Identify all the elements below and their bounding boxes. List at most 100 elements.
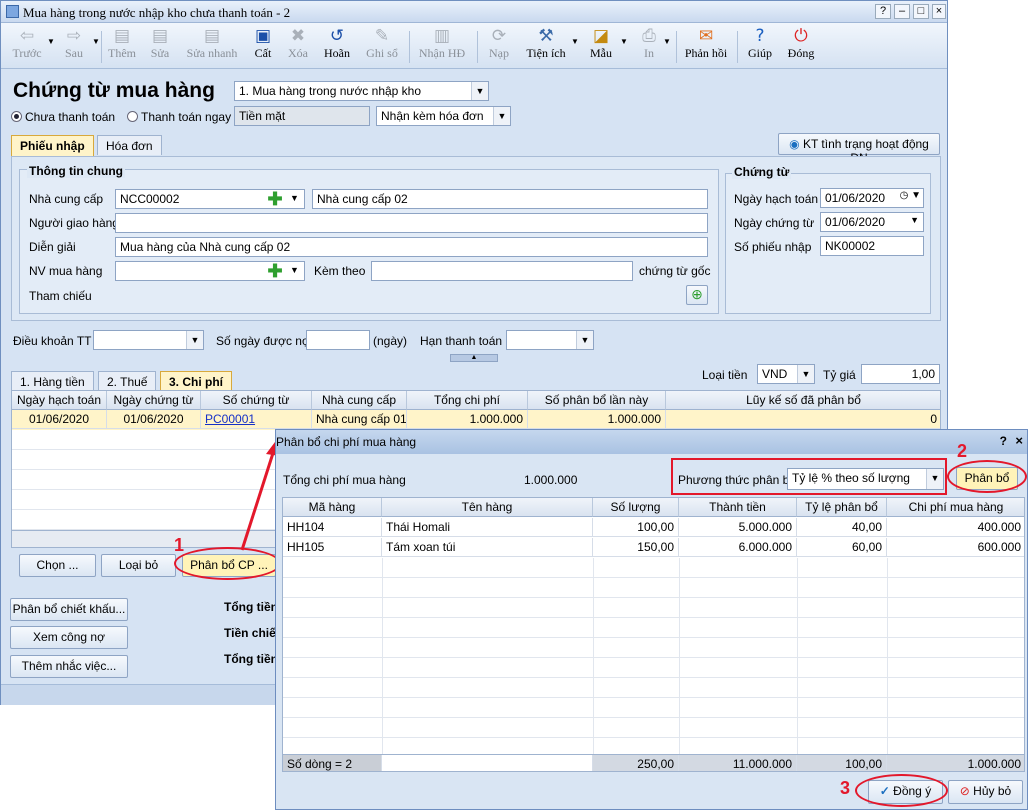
column-header[interactable]: Mã hàng (283, 498, 382, 517)
column-header[interactable]: Số lượng (593, 498, 679, 517)
voucher-link[interactable]: PC00001 (201, 410, 312, 429)
grid-cell[interactable]: 6.000.000 (679, 538, 797, 557)
total-label: Tổng tiền (224, 600, 278, 614)
close-window-button[interactable]: × (932, 4, 946, 19)
description-label: Diễn giải (29, 240, 76, 254)
toolbar-close[interactable]: ⏻ Đóng (784, 26, 818, 66)
toolbar-next[interactable]: ⇨ Sau (59, 26, 89, 66)
grid-cell[interactable]: 1.000.000 (528, 410, 666, 429)
grid-cell[interactable]: 5.000.000 (679, 518, 797, 537)
toolbar-edit[interactable]: ▤ Sửa (145, 26, 175, 66)
radio-paid[interactable]: Thanh toán ngay (127, 110, 231, 124)
grid-cell[interactable]: 01/06/2020 (107, 410, 201, 429)
column-header[interactable]: Số phân bổ lần này (528, 391, 666, 410)
toolbar-add[interactable]: ▤ Thêm (106, 26, 138, 66)
toolbar-post[interactable]: ✎ Ghi sổ (363, 26, 401, 66)
add-buyer-icon[interactable]: ✚ (267, 262, 283, 280)
grid-cell[interactable]: HH104 (283, 518, 382, 537)
minimize-button[interactable]: – (894, 4, 910, 19)
dialog-help-icon[interactable]: ? (1000, 434, 1007, 448)
due-date-label: Hạn thanh toán (420, 334, 503, 348)
voucher-type-select[interactable]: 1. Mua hàng trong nước nhập kho ▼ (234, 81, 489, 101)
description-field[interactable]: Mua hàng của Nhà cung cấp 02 (115, 237, 708, 257)
currency-select[interactable]: VND ▼ (757, 364, 815, 384)
grid-cell[interactable]: 40,00 (797, 518, 887, 537)
due-date-select[interactable]: ▼ (506, 330, 594, 350)
highlight-allocate (947, 460, 1027, 493)
invoice-mode-select[interactable]: Nhận kèm hóa đơn ▼ (376, 106, 511, 126)
toolbar-prev[interactable]: ⇦ Trước (9, 26, 45, 66)
tab-invoice[interactable]: Hóa đơn (97, 135, 162, 155)
add-reminder-button[interactable]: Thêm nhắc việc... (10, 655, 128, 678)
toolbar-utilities[interactable]: ⚒ Tiện ích (523, 26, 569, 66)
step-3-label: 3 (840, 778, 851, 798)
attach-field[interactable] (371, 261, 633, 281)
grid-cell[interactable]: 600.000 (887, 538, 1024, 557)
add-reference-icon[interactable]: ⊕ (686, 285, 708, 305)
grid-cell[interactable]: Nhà cung cấp 01 (312, 410, 407, 429)
collapse-handle[interactable]: ▲ (450, 354, 498, 362)
toolbar-template[interactable]: ◪ Mẫu (585, 26, 617, 66)
allocate-discount-button[interactable]: Phân bổ chiết khấu... (10, 598, 128, 621)
post-date-field[interactable]: 01/06/2020 ◷ ▼ (820, 188, 924, 208)
supplier-name-field[interactable]: Nhà cung cấp 02 (312, 189, 708, 209)
dialog-close-icon[interactable]: × (1015, 433, 1023, 448)
column-header[interactable]: Ngày chứng từ (107, 391, 201, 410)
chevron-down-icon[interactable]: ▼ (290, 265, 299, 275)
column-header[interactable]: Tỷ lệ phân bổ (797, 498, 887, 517)
tab-tax[interactable]: 2. Thuế (98, 371, 157, 391)
toolbar-help[interactable]: ? Giúp (745, 26, 775, 66)
voucher-number-field[interactable]: NK00002 (820, 236, 924, 256)
grid-cell[interactable]: HH105 (283, 538, 382, 557)
kt-status-button[interactable]: ◉ KT tình trạng hoạt động DN (778, 133, 940, 165)
grid-cell[interactable]: 0 (666, 410, 940, 429)
tab-receipt[interactable]: Phiếu nhập (11, 135, 94, 157)
grid-cell[interactable]: 60,00 (797, 538, 887, 557)
column-header[interactable]: Số chứng từ (201, 391, 312, 410)
grid-cell[interactable]: 400.000 (887, 518, 1024, 537)
deliverer-field[interactable] (115, 213, 708, 233)
terms-select[interactable]: ▼ (93, 330, 204, 350)
toolbar-quick-edit[interactable]: ▤ Sửa nhanh (184, 26, 240, 66)
column-header[interactable]: Nhà cung cấp (312, 391, 407, 410)
maximize-button[interactable]: □ (913, 4, 929, 19)
column-header[interactable]: Tổng chi phí (407, 391, 528, 410)
toolbar-delete[interactable]: ✖ Xóa (284, 26, 312, 66)
grid-cell[interactable]: 150,00 (593, 538, 679, 557)
cancel-button[interactable]: ⊘ Hủy bỏ (948, 780, 1023, 804)
doc-date-field[interactable]: 01/06/2020 ▼ (820, 212, 924, 232)
add-supplier-icon[interactable]: ✚ (267, 190, 283, 208)
radio-unpaid[interactable]: Chưa thanh toán (11, 110, 115, 124)
toolbar-reload[interactable]: ⟳ Nạp (484, 26, 514, 66)
dialog-total-value: 1.000.000 (524, 473, 578, 487)
column-header[interactable]: Lũy kế số đã phân bổ (666, 391, 940, 410)
column-header[interactable]: Ngày hạch toán (12, 391, 107, 410)
table-row[interactable]: HH105 Tám xoan túi 150,00 6.000.000 60,0… (283, 538, 1024, 558)
tab-cost[interactable]: 3. Chi phí (160, 371, 232, 391)
supplier-label: Nhà cung cấp (29, 192, 104, 206)
toolbar-receive-invoice[interactable]: ▥ Nhận HĐ (416, 26, 468, 66)
chevron-down-icon[interactable]: ▼ (290, 193, 299, 203)
grid-cell[interactable]: 01/06/2020 (12, 410, 107, 429)
grid-cell[interactable]: 1.000.000 (407, 410, 528, 429)
grid-cell[interactable]: Tám xoan túi (382, 538, 593, 557)
toolbar-feedback[interactable]: ✉ Phản hồi (683, 26, 729, 66)
view-debt-button[interactable]: Xem công nợ (10, 626, 128, 649)
quick-edit-icon: ▤ (203, 26, 221, 46)
column-header[interactable]: Chi phí mua hàng (887, 498, 1024, 517)
grid-cell[interactable]: Thái Homali (382, 518, 593, 537)
grid-cell[interactable]: 100,00 (593, 518, 679, 537)
table-row[interactable]: 01/06/2020 01/06/2020 PC00001 Nhà cung c… (12, 410, 940, 430)
toolbar-save[interactable]: ▣ Cất (249, 26, 277, 66)
help-window-button[interactable]: ? (875, 4, 891, 19)
remove-button[interactable]: Loại bỏ (101, 554, 176, 577)
table-row[interactable]: HH104 Thái Homali 100,00 5.000.000 40,00… (283, 518, 1024, 538)
column-header[interactable]: Thành tiền (679, 498, 797, 517)
tab-goods-money[interactable]: 1. Hàng tiền (11, 371, 94, 391)
toolbar-print[interactable]: ⎙ In (635, 26, 663, 66)
toolbar-undo[interactable]: ↺ Hoãn (321, 26, 353, 66)
choose-button[interactable]: Chọn ... (19, 554, 96, 577)
column-header[interactable]: Tên hàng (382, 498, 593, 517)
chevron-down-icon: ▼ (493, 107, 510, 125)
days-field[interactable] (306, 330, 370, 350)
